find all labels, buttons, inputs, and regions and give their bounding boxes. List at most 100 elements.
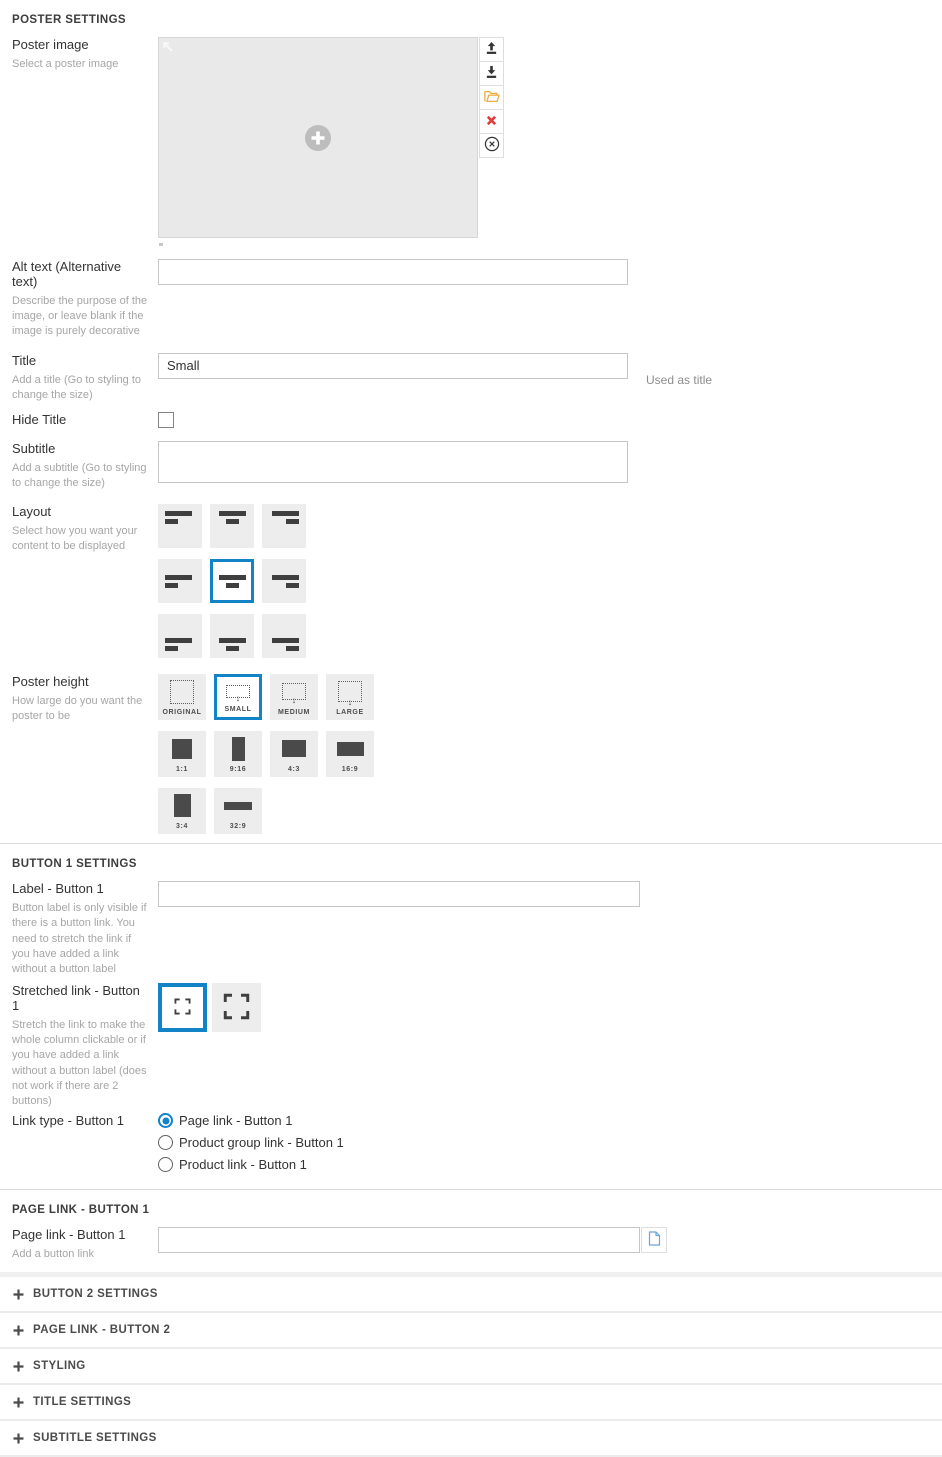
poster-height-option-16-9[interactable]: 16:9 bbox=[326, 731, 374, 777]
collapsed-section-label: SUBTITLE SETTINGS bbox=[33, 1432, 157, 1444]
link-type-radio-product-link-button-1[interactable]: Product link - Button 1 bbox=[158, 1157, 344, 1172]
collapsed-section-styling[interactable]: STYLING bbox=[0, 1349, 942, 1383]
layout-option-middle-left[interactable] bbox=[158, 559, 202, 603]
alt-text-label: Alt text (Alternative text) bbox=[12, 259, 148, 289]
layout-option-top-center[interactable] bbox=[210, 504, 254, 548]
text-bar bbox=[226, 583, 239, 588]
poster-height-option-medium[interactable]: ↓ MEDIUM bbox=[270, 674, 318, 720]
clear-icon-button[interactable] bbox=[479, 133, 504, 158]
text-bar bbox=[165, 646, 178, 651]
delete-icon-button[interactable] bbox=[479, 109, 504, 134]
stretched-link-off-option[interactable] bbox=[212, 983, 261, 1032]
poster-height-option-4-3[interactable]: 4:3 bbox=[270, 731, 318, 777]
radio-label: Product link - Button 1 bbox=[179, 1157, 307, 1172]
link-type-radio-product-group-link-button-1[interactable]: Product group link - Button 1 bbox=[158, 1135, 344, 1150]
subtitle-description: Add a subtitle (Go to styling to change … bbox=[12, 461, 148, 491]
collapsed-section-subtitle-settings[interactable]: SUBTITLE SETTINGS bbox=[0, 1421, 942, 1455]
poster-image-row: Poster image Select a poster image bbox=[0, 37, 942, 246]
upload-icon-button[interactable] bbox=[479, 37, 504, 62]
stretched-link-options bbox=[158, 983, 261, 1109]
poster-height-option-label: LARGE bbox=[336, 709, 364, 716]
page-link-button1-input[interactable] bbox=[158, 1227, 640, 1253]
layout-option-bottom-center[interactable] bbox=[210, 614, 254, 658]
ratio-shape-icon bbox=[282, 740, 306, 757]
radio-selected-icon[interactable] bbox=[158, 1113, 173, 1128]
poster-height-option-label: 1:1 bbox=[176, 766, 188, 773]
expand-plus-icon bbox=[13, 1433, 24, 1444]
page-picker-button[interactable] bbox=[641, 1227, 667, 1253]
poster-height-option-original[interactable]: ORIGINAL bbox=[158, 674, 206, 720]
layout-option-top-right[interactable] bbox=[262, 504, 306, 548]
layout-option-middle-center[interactable] bbox=[210, 559, 254, 603]
link-type-row: Link type - Button 1 Page link - Button … bbox=[0, 1113, 942, 1179]
poster-height-label: Poster height bbox=[12, 674, 148, 689]
poster-height-option-32-9[interactable]: 32:9 bbox=[214, 788, 262, 834]
title-input[interactable] bbox=[158, 353, 628, 379]
text-bar bbox=[165, 583, 178, 588]
poster-height-option-3-4[interactable]: 3:4 bbox=[158, 788, 206, 834]
poster-height-option-label: ORIGINAL bbox=[162, 709, 201, 716]
stretched-link-on-option[interactable] bbox=[158, 983, 207, 1032]
text-bar bbox=[272, 511, 299, 516]
stretched-link-row: Stretched link - Button 1 Stretch the li… bbox=[0, 983, 942, 1109]
hide-title-checkbox[interactable] bbox=[158, 412, 174, 428]
button1-settings-heading: BUTTON 1 SETTINGS bbox=[0, 844, 942, 881]
text-bar bbox=[226, 646, 239, 651]
dashed-size-icon: ↓ bbox=[282, 683, 306, 700]
text-bar bbox=[165, 638, 192, 643]
radio-label: Page link - Button 1 bbox=[179, 1113, 292, 1128]
title-row: Title Add a title (Go to styling to chan… bbox=[0, 353, 942, 403]
poster-height-option-1-1[interactable]: 1:1 bbox=[158, 731, 206, 777]
radio-icon[interactable] bbox=[158, 1135, 173, 1150]
corner-brackets-icon bbox=[174, 998, 191, 1018]
poster-height-option-label: SMALL bbox=[224, 706, 251, 713]
poster-height-option-label: 9:16 bbox=[230, 766, 246, 773]
document-icon bbox=[648, 1231, 661, 1249]
collapsed-section-title-settings[interactable]: TITLE SETTINGS bbox=[0, 1385, 942, 1419]
ratio-shape-icon bbox=[172, 739, 192, 759]
poster-height-option-9-16[interactable]: 9:16 bbox=[214, 731, 262, 777]
layout-option-bottom-right[interactable] bbox=[262, 614, 306, 658]
alt-text-row: Alt text (Alternative text) Describe the… bbox=[0, 259, 942, 340]
poster-height-option-large[interactable]: ↓ LARGE bbox=[326, 674, 374, 720]
hide-title-row: Hide Title bbox=[0, 412, 942, 432]
link-type-radio-page-link-button-1[interactable]: Page link - Button 1 bbox=[158, 1113, 344, 1128]
layout-option-top-left[interactable] bbox=[158, 504, 202, 548]
alt-text-input[interactable] bbox=[158, 259, 628, 285]
dashed-size-icon: ↓ bbox=[338, 681, 362, 702]
resize-handle-dot bbox=[159, 243, 163, 246]
poster-height-option-label: MEDIUM bbox=[278, 709, 310, 716]
collapsed-section-page-link-button-2[interactable]: PAGE LINK - BUTTON 2 bbox=[0, 1313, 942, 1347]
collapsed-section-label: STYLING bbox=[33, 1360, 86, 1372]
radio-label: Product group link - Button 1 bbox=[179, 1135, 344, 1150]
label-button1-label: Label - Button 1 bbox=[12, 881, 148, 896]
add-image-icon[interactable] bbox=[305, 124, 332, 151]
collapsed-section-label: TITLE SETTINGS bbox=[33, 1396, 131, 1408]
subtitle-label: Subtitle bbox=[12, 441, 148, 456]
page-link-button1-description: Add a button link bbox=[12, 1247, 148, 1262]
poster-image-dropzone[interactable] bbox=[158, 37, 478, 238]
poster-height-option-label: 32:9 bbox=[230, 823, 246, 830]
title-label: Title bbox=[12, 353, 148, 368]
corner-brackets-icon bbox=[223, 993, 250, 1023]
collapsed-section-button-2-settings[interactable]: BUTTON 2 SETTINGS bbox=[0, 1277, 942, 1311]
label-button1-input[interactable] bbox=[158, 881, 640, 907]
poster-height-option-small[interactable]: ↓SMALL bbox=[214, 674, 262, 720]
layout-row: Layout Select how you want your content … bbox=[0, 504, 942, 658]
poster-height-option-label: 3:4 bbox=[176, 823, 188, 830]
expand-plus-icon bbox=[13, 1397, 24, 1408]
text-bar bbox=[226, 519, 239, 524]
layout-option-middle-right[interactable] bbox=[262, 559, 306, 603]
subtitle-input[interactable] bbox=[158, 441, 628, 483]
layout-option-bottom-left[interactable] bbox=[158, 614, 202, 658]
collapsed-sections: BUTTON 2 SETTINGS PAGE LINK - BUTTON 2 STY… bbox=[0, 1277, 942, 1457]
poster-height-options: ORIGINAL ↓SMALL ↓ MEDIUM ↓ LARGE 1:1 9:16 4:316:… bbox=[158, 674, 374, 834]
radio-icon[interactable] bbox=[158, 1157, 173, 1172]
open-folder-icon-button[interactable] bbox=[479, 85, 504, 110]
collapsed-section-label: PAGE LINK - BUTTON 2 bbox=[33, 1324, 170, 1336]
download-icon-button[interactable] bbox=[479, 61, 504, 86]
title-description: Add a title (Go to styling to change the… bbox=[12, 373, 148, 403]
open-folder-icon bbox=[484, 90, 500, 106]
text-bar bbox=[165, 519, 178, 524]
label-button1-description: Button label is only visible if there is… bbox=[12, 901, 148, 977]
